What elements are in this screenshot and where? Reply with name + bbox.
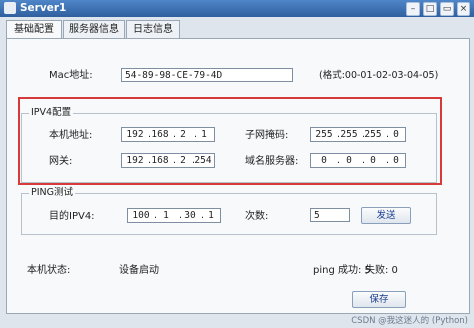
- ping-count-input[interactable]: 5: [310, 208, 350, 222]
- title-bar: Server1 – □ ▭ ×: [0, 0, 474, 17]
- send-button[interactable]: 发送: [361, 207, 411, 224]
- status-label: 本机状态:: [27, 265, 71, 276]
- mac-label: Mac地址:: [49, 70, 93, 81]
- ip-octet: 1: [208, 210, 214, 221]
- maximize-icon[interactable]: □: [423, 2, 437, 16]
- ping-success-count: ping 成功: 5: [313, 265, 371, 276]
- watermark: CSDN @我这迷人的 (Python): [351, 316, 468, 326]
- ip-octet: 30: [184, 210, 196, 221]
- ping-legend: PING测试: [29, 187, 75, 199]
- restore-icon[interactable]: ▭: [440, 2, 454, 16]
- ping-count-label: 次数:: [245, 211, 269, 222]
- save-button[interactable]: 保存: [352, 291, 406, 308]
- status-value: 设备启动: [119, 265, 159, 276]
- tab-server-info[interactable]: 服务器信息: [63, 20, 125, 38]
- config-panel: Mac地址: 54-89-98-CE-79-4D (格式:00-01-02-03…: [6, 38, 470, 314]
- app-icon: [4, 2, 16, 14]
- close-icon[interactable]: ×: [457, 2, 470, 16]
- ping-fail-count: 失败: 0: [365, 265, 398, 276]
- tab-log-info[interactable]: 日志信息: [126, 20, 180, 38]
- ping-target-label: 目的IPV4:: [49, 211, 95, 222]
- highlight-box: [18, 97, 442, 185]
- ping-target-input[interactable]: 100 . 1 . 30 . 1: [127, 208, 221, 223]
- mac-input[interactable]: 54-89-98-CE-79-4D: [121, 68, 293, 82]
- window-title: Server1: [20, 2, 67, 14]
- minimize-icon[interactable]: –: [406, 2, 420, 16]
- mac-format-hint: (格式:00-01-02-03-04-05): [319, 70, 439, 81]
- ip-octet: 1: [163, 210, 169, 221]
- ip-octet: 100: [132, 210, 150, 221]
- tab-basic-config[interactable]: 基础配置: [6, 20, 62, 39]
